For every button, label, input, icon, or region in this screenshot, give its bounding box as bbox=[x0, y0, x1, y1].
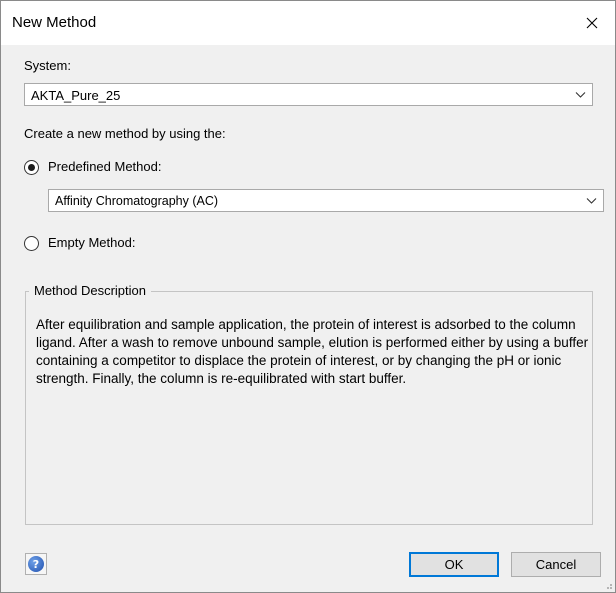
create-method-label: Create a new method by using the: bbox=[24, 126, 226, 141]
cancel-button[interactable]: Cancel bbox=[511, 552, 601, 577]
system-dropdown[interactable]: AKTA_Pure_25 bbox=[24, 83, 593, 106]
chevron-down-icon bbox=[575, 92, 586, 98]
close-button[interactable] bbox=[569, 1, 615, 45]
empty-method-radio[interactable] bbox=[24, 236, 39, 251]
method-description-title: Method Description bbox=[29, 283, 151, 298]
ok-button[interactable]: OK bbox=[409, 552, 499, 577]
help-icon: ? bbox=[28, 556, 44, 572]
new-method-dialog: New Method System: AKTA_Pure_25 Create a… bbox=[0, 0, 616, 593]
predefined-method-dropdown[interactable]: Affinity Chromatography (AC) bbox=[48, 189, 604, 212]
method-description-text: After equilibration and sample applicati… bbox=[36, 317, 589, 386]
predefined-method-value: Affinity Chromatography (AC) bbox=[55, 194, 219, 208]
chevron-down-icon bbox=[586, 198, 597, 204]
empty-method-label[interactable]: Empty Method: bbox=[48, 235, 135, 250]
predefined-method-label[interactable]: Predefined Method: bbox=[48, 159, 161, 174]
close-icon bbox=[586, 17, 598, 29]
system-value: AKTA_Pure_25 bbox=[31, 88, 121, 103]
radio-selected-dot bbox=[28, 164, 35, 171]
system-label: System: bbox=[24, 58, 71, 73]
predefined-method-radio[interactable] bbox=[24, 160, 39, 175]
resize-grip-icon[interactable] bbox=[603, 580, 613, 590]
window-title: New Method bbox=[12, 14, 97, 31]
title-bar: New Method bbox=[1, 1, 615, 45]
help-button[interactable]: ? bbox=[25, 553, 47, 575]
